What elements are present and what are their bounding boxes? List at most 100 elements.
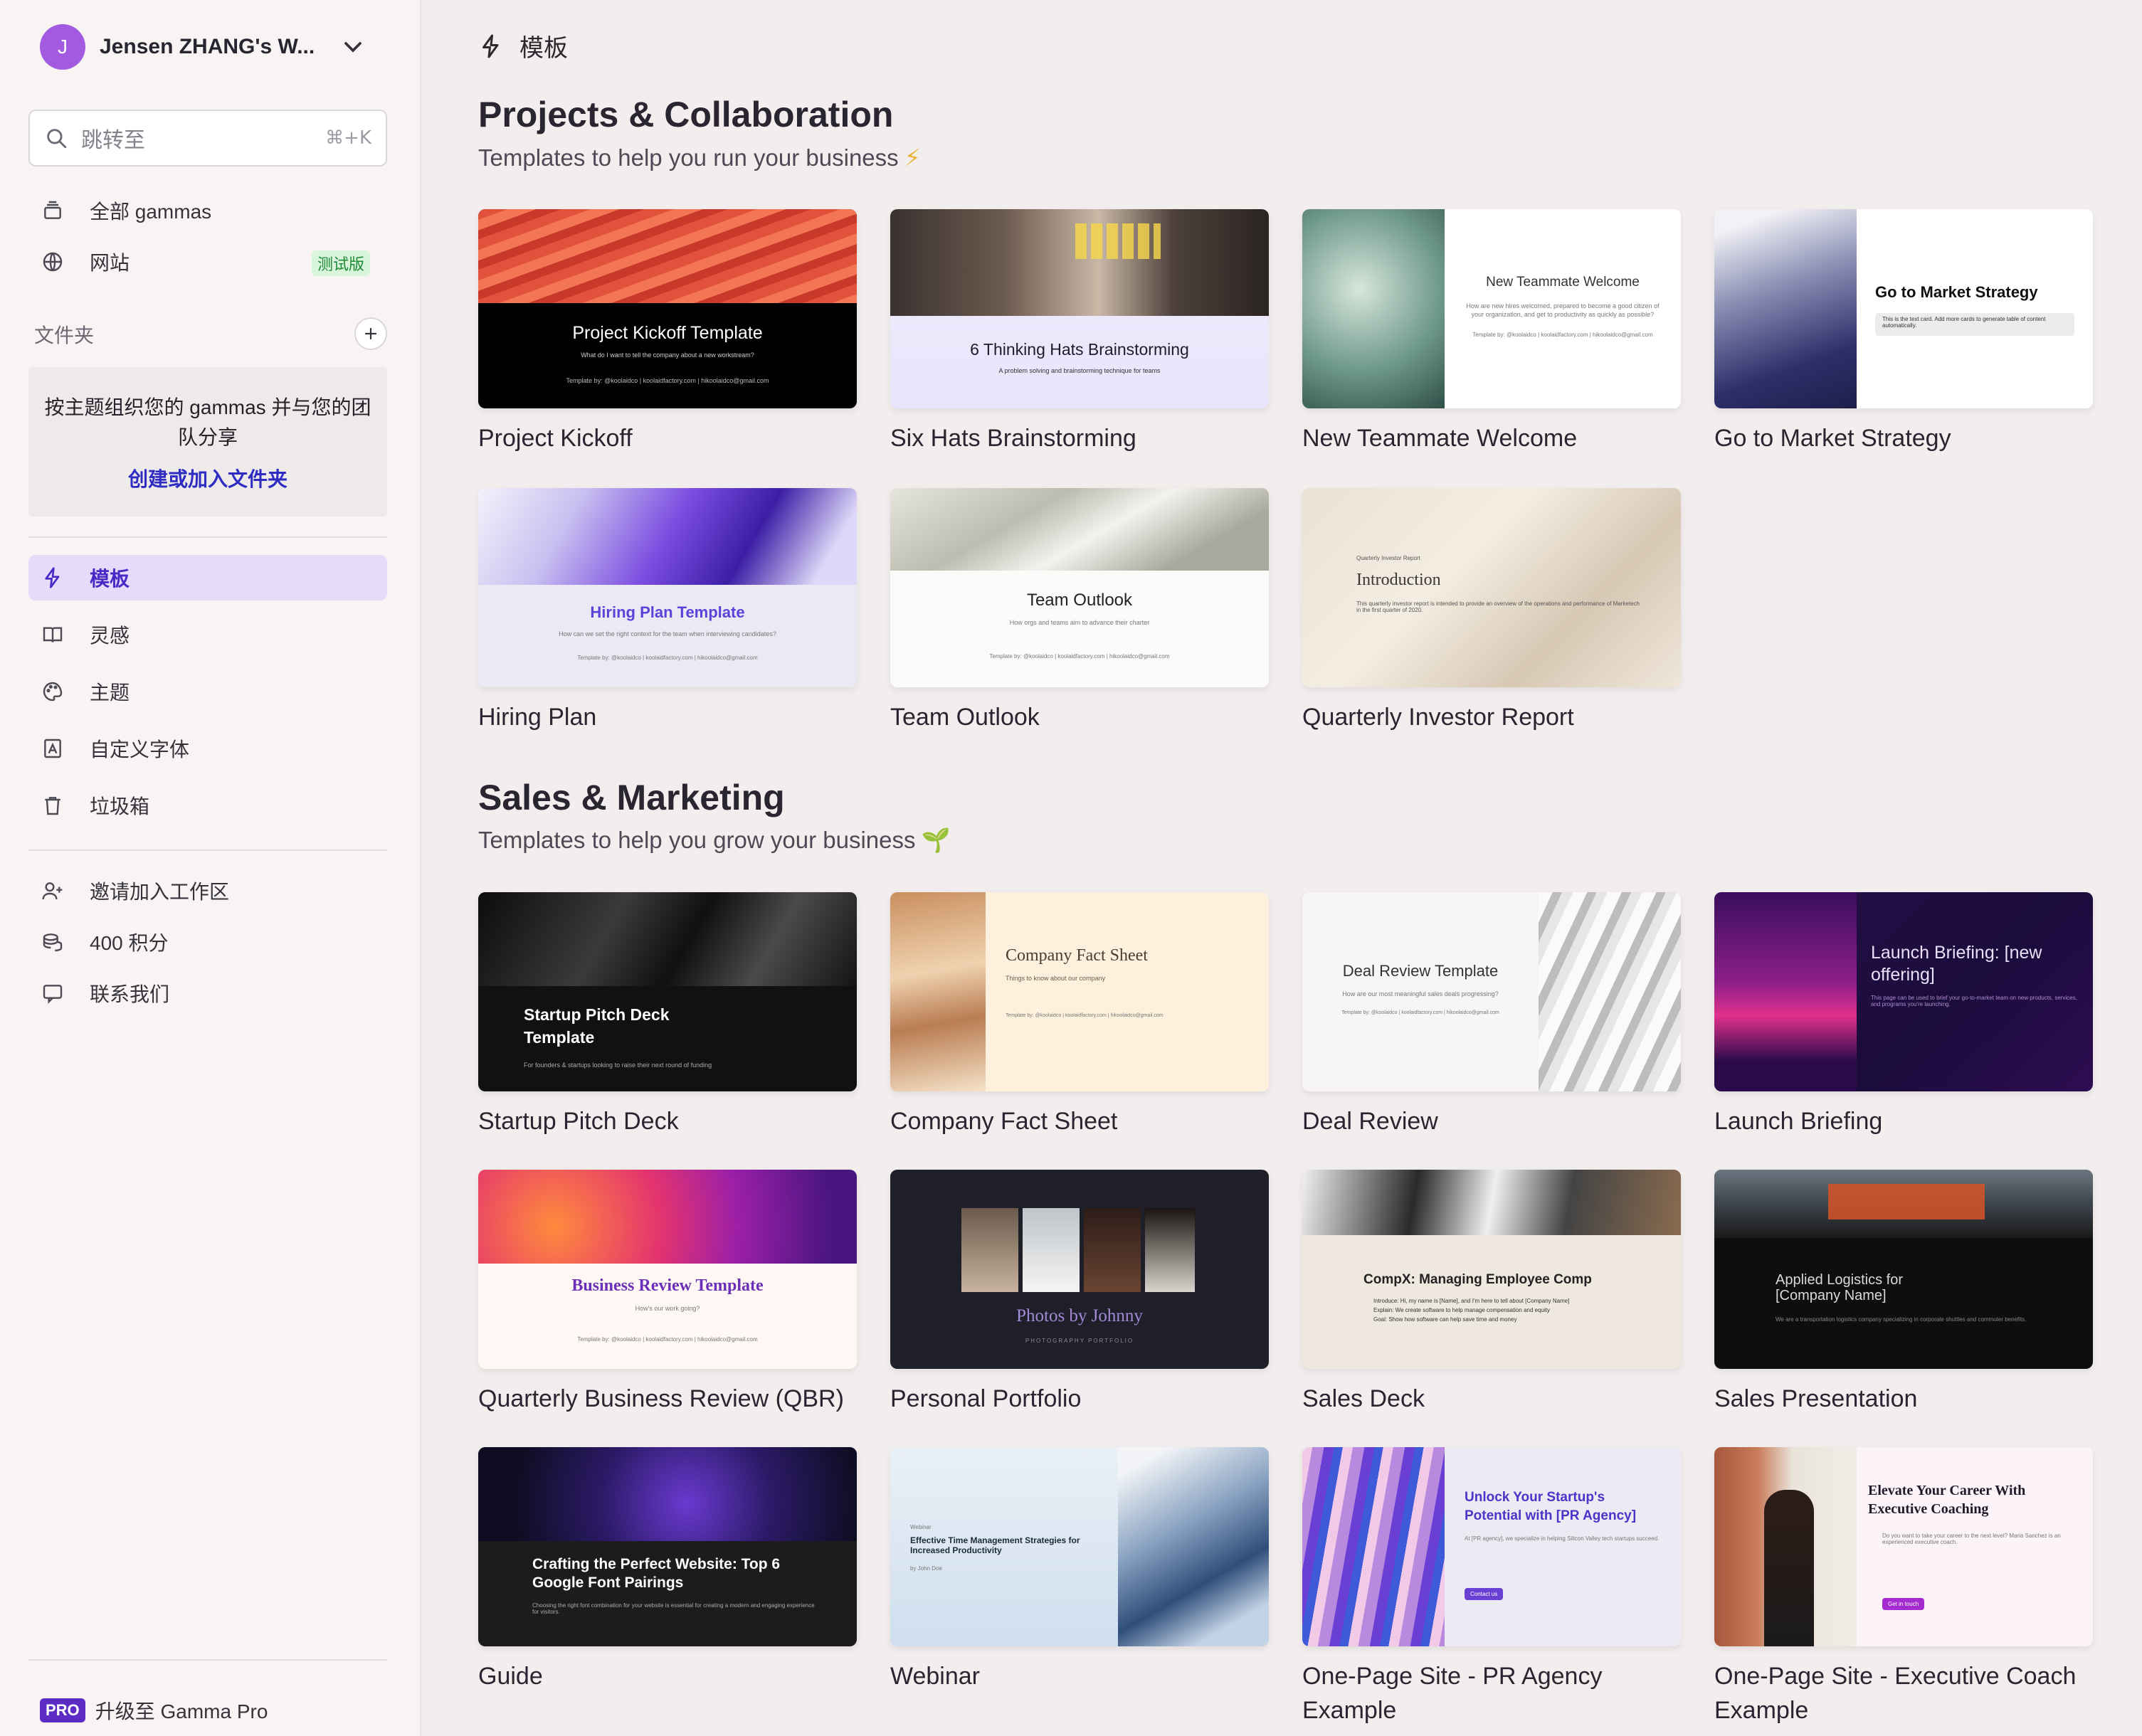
template-thumbnail: Deal Review Template How are our most me… [1302, 892, 1681, 1091]
thumb-title: Project Kickoff Template [572, 323, 763, 343]
seedling-emoji-icon: 🌱 [921, 827, 951, 853]
stack-icon [40, 198, 65, 223]
folders-empty-text: 按主题组织您的 gammas 并与您的团队分享 [44, 396, 371, 448]
sidebar-item-custom-fonts[interactable]: 自定义字体 [28, 726, 387, 771]
template-label: Sales Presentation [1714, 1385, 1918, 1412]
template-card-webinar[interactable]: Webinar Effective Time Management Strate… [890, 1447, 1269, 1693]
divider [28, 536, 387, 538]
template-label: Sales Deck [1302, 1385, 1425, 1412]
template-card-new-teammate-welcome[interactable]: New Teammate Welcome How are new hires w… [1302, 209, 1681, 455]
thumb-credit: Template by: @koolaidco | koolaidfactory… [566, 377, 769, 384]
thumb-title: Team Outlook [1026, 591, 1133, 610]
sidebar-item-label: 主题 [90, 682, 130, 704]
page-header: 模板 [478, 28, 568, 63]
template-card-launch-briefing[interactable]: Launch Briefing: [new offering] This pag… [1714, 892, 2093, 1138]
template-thumbnail: Go to Market Strategy This is the text c… [1714, 209, 2093, 408]
template-thumbnail: Elevate Your Career With Executive Coach… [1714, 1447, 2093, 1646]
template-card-six-hats[interactable]: 6 Thinking Hats Brainstorming A problem … [890, 209, 1269, 455]
template-card-executive-coach[interactable]: Elevate Your Career With Executive Coach… [1714, 1447, 2093, 1727]
search-input[interactable]: 跳转至 ⌘+K [28, 110, 387, 166]
template-card-sales-deck[interactable]: CompX: Managing Employee Comp Introduce:… [1302, 1170, 1681, 1416]
sidebar-item-label: 灵感 [90, 625, 130, 647]
template-card-hiring-plan[interactable]: Hiring Plan Template How can we set the … [478, 488, 857, 734]
sidebar-item-label: 垃圾箱 [90, 795, 150, 817]
template-card-quarterly-investor-report[interactable]: Quarterly Investor Report Introduction T… [1302, 488, 1681, 734]
bullet-item: Introduce: Hi, my name is [Name], and I'… [1373, 1298, 1570, 1304]
section-subtitle-text: Templates to help you run your business [478, 144, 899, 171]
template-thumbnail: Project Kickoff Template What do I want … [478, 209, 857, 408]
workspace-name: Jensen ZHANG's W... [100, 35, 315, 58]
thumb-title: Startup Pitch Deck Template [524, 1005, 670, 1047]
sidebar-item-inspiration[interactable]: 灵感 [28, 612, 387, 657]
template-thumbnail: New Teammate Welcome How are new hires w… [1302, 209, 1681, 408]
template-thumbnail: Launch Briefing: [new offering] This pag… [1714, 892, 2093, 1091]
chat-icon [40, 980, 65, 1006]
thumb-subtitle: At [PR agency], we specialize in helping… [1465, 1535, 1660, 1542]
thumb-credit: Template by: @koolaidco | koolaidfactory… [577, 1336, 758, 1343]
thumb-credit: Template by: @koolaidco | koolaidfactory… [989, 653, 1170, 660]
thumb-subtitle: Choosing the right font combination for … [532, 1602, 815, 1615]
font-icon [40, 736, 65, 761]
sidebar-item-label: 网站 [90, 252, 130, 274]
template-card-guide[interactable]: Crafting the Perfect Website: Top 6 Goog… [478, 1447, 857, 1693]
template-thumbnail: Photos by Johnny PHOTOGRAPHY PORTFOLIO [890, 1170, 1269, 1369]
add-folder-button[interactable] [354, 317, 387, 350]
template-card-personal-portfolio[interactable]: Photos by Johnny PHOTOGRAPHY PORTFOLIO P… [890, 1170, 1269, 1416]
template-label: Personal Portfolio [890, 1385, 1082, 1412]
thumb-subtitle: A problem solving and brainstorming tech… [998, 367, 1161, 374]
template-card-deal-review[interactable]: Deal Review Template How are our most me… [1302, 892, 1681, 1138]
template-card-startup-pitch-deck[interactable]: Startup Pitch Deck Template For founders… [478, 892, 857, 1138]
sidebar-item-templates[interactable]: 模板 [28, 555, 387, 600]
plus-icon [364, 327, 377, 340]
sidebar-item-credits[interactable]: 400 积分 [28, 919, 387, 965]
thumb-title: Business Review Template [571, 1276, 764, 1295]
section-title: Sales & Marketing [478, 778, 785, 817]
thumb-subtitle: This page can be used to brief your go-t… [1871, 995, 2077, 1007]
thumb-bullets: Introduce: Hi, my name is [Name], and I'… [1373, 1296, 1569, 1324]
create-folder-link[interactable]: 创建或加入文件夹 [28, 464, 387, 492]
template-card-team-outlook[interactable]: Team Outlook How orgs and teams aim to a… [890, 488, 1269, 734]
template-card-sales-presentation[interactable]: Applied Logistics for [Company Name] We … [1714, 1170, 2093, 1416]
template-card-qbr[interactable]: Business Review Template How's our work … [478, 1170, 857, 1416]
template-card-pr-agency[interactable]: Unlock Your Startup's Potential with [PR… [1302, 1447, 1681, 1727]
template-label: Startup Pitch Deck [478, 1108, 679, 1135]
thumb-subtitle: How are new hires welcomed, prepared to … [1466, 302, 1660, 318]
upgrade-button[interactable]: PRO 升级至 Gamma Pro [40, 1696, 268, 1725]
page-title: 模板 [519, 35, 568, 62]
bolt-icon [482, 34, 499, 58]
sidebar-item-themes[interactable]: 主题 [28, 669, 387, 714]
book-icon [40, 622, 65, 647]
thumb-subtitle: PHOTOGRAPHY PORTFOLIO [1025, 1338, 1134, 1344]
template-card-company-fact-sheet[interactable]: Company Fact Sheet Things to know about … [890, 892, 1269, 1138]
thumb-subtitle: For founders & startups looking to raise… [524, 1062, 712, 1069]
thumb-title: Elevate Your Career With Executive Coach… [1868, 1483, 2026, 1517]
pro-badge: PRO [40, 1698, 85, 1722]
sidebar-item-contact[interactable]: 联系我们 [28, 970, 387, 1016]
sidebar-item-label: 模板 [90, 568, 130, 590]
thumb-credit: Template by: @koolaidco | koolaidfactory… [577, 655, 758, 661]
template-card-project-kickoff[interactable]: Project Kickoff Template What do I want … [478, 209, 857, 455]
sidebar-item-invite[interactable]: 邀请加入工作区 [28, 868, 387, 914]
template-label: One-Page Site - PR Agency Example [1302, 1663, 1603, 1724]
workspace-switcher[interactable]: J Jensen ZHANG's W... [40, 21, 367, 73]
folders-header: 文件夹 [34, 324, 95, 346]
thumb-cta-button: Get in touch [1882, 1598, 1925, 1610]
thumb-title: New Teammate Welcome [1486, 275, 1640, 290]
thumb-subtitle: Do you want to take your career to the n… [1882, 1533, 2061, 1545]
template-label: Guide [478, 1663, 543, 1690]
sidebar-item-trash[interactable]: 垃圾箱 [28, 783, 387, 828]
divider [28, 1659, 387, 1661]
sidebar-item-sites[interactable]: 网站 测试版 [28, 239, 387, 285]
template-label: New Teammate Welcome [1302, 425, 1578, 452]
trash-icon [40, 793, 65, 818]
sidebar-item-all-gammas[interactable]: 全部 gammas [28, 188, 387, 233]
template-thumbnail: CompX: Managing Employee Comp Introduce:… [1302, 1170, 1681, 1369]
thumb-title: Effective Time Management Strategies for… [910, 1535, 1080, 1555]
thumb-subtitle: This quarterly investor report is intend… [1356, 600, 1640, 613]
template-label: Hiring Plan [478, 704, 597, 731]
sidebar-item-label: 联系我们 [90, 983, 170, 1005]
section-subtitle: Templates to help you run your business ⚡ [478, 144, 921, 171]
template-label: Project Kickoff [478, 425, 633, 452]
template-card-go-to-market[interactable]: Go to Market Strategy This is the text c… [1714, 209, 2093, 455]
section-title: Projects & Collaboration [478, 95, 894, 134]
